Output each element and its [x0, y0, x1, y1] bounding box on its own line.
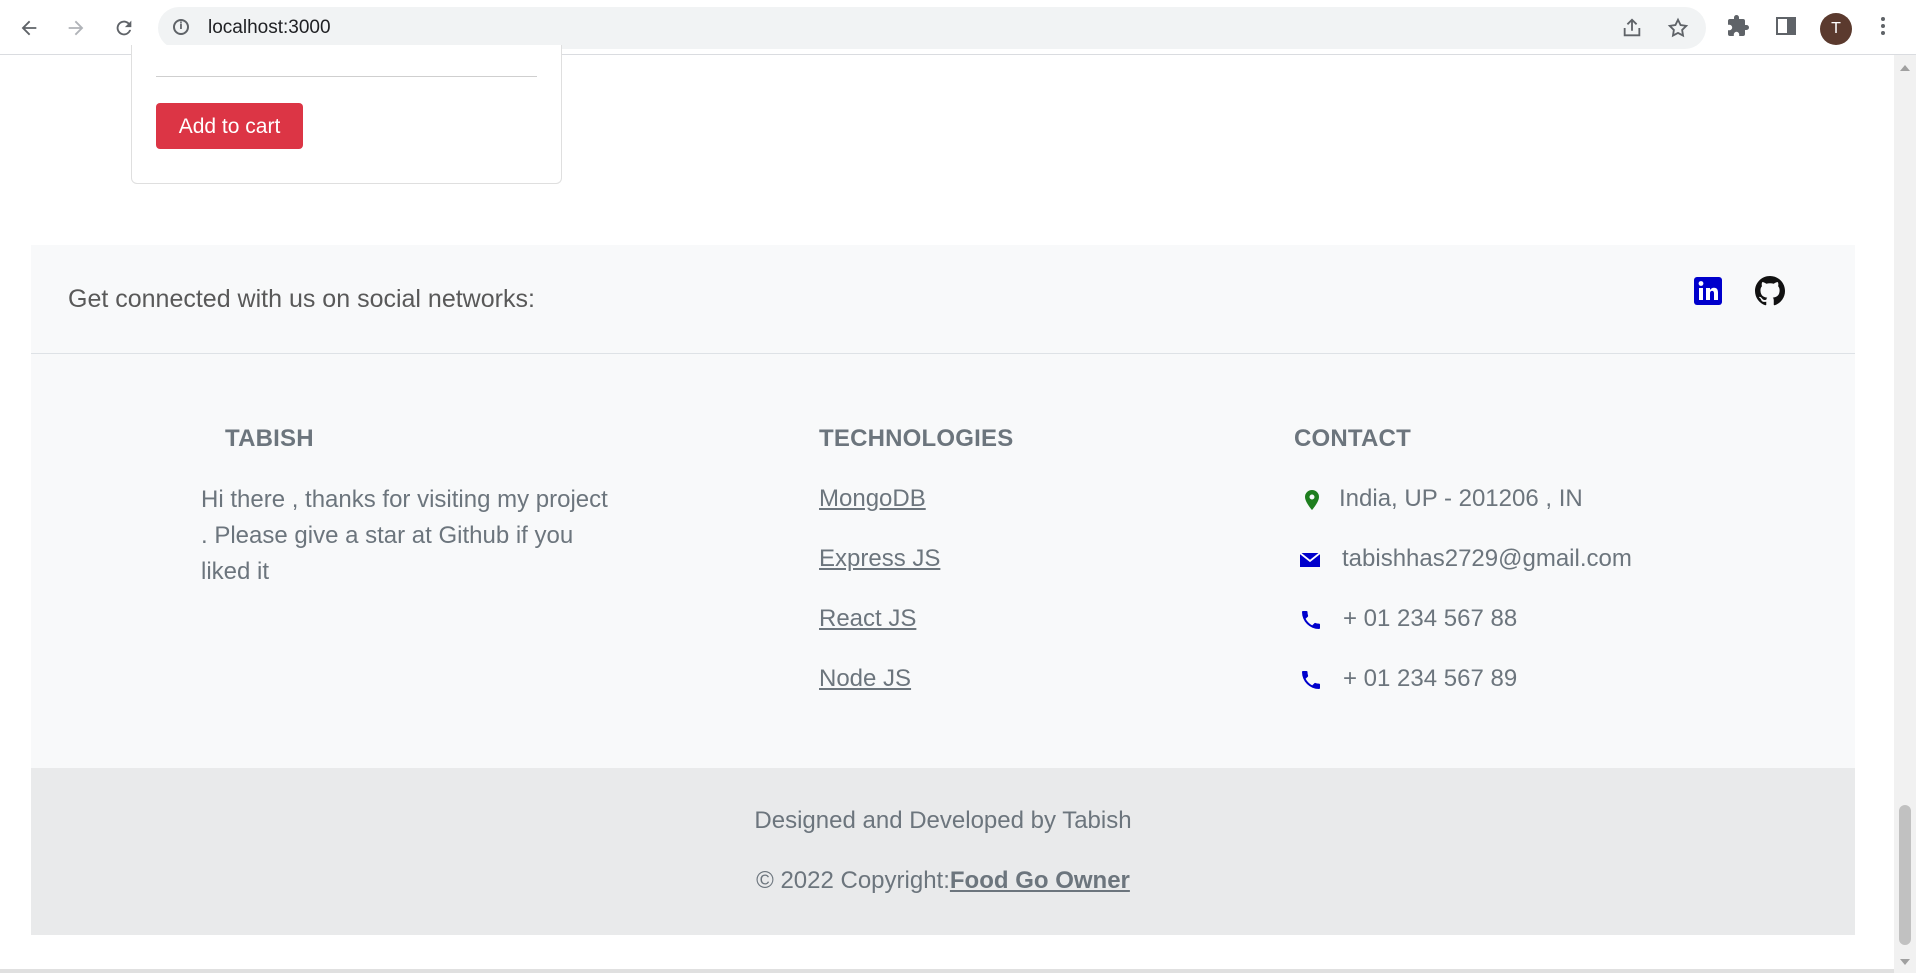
extensions-icon[interactable]	[1725, 14, 1751, 40]
credit-line: Designed and Developed by Tabish	[754, 807, 1132, 834]
github-icon[interactable]	[1755, 276, 1785, 306]
tech-link-mongodb[interactable]: MongoDB	[819, 485, 926, 513]
card-divider	[156, 76, 537, 77]
address-bar[interactable]: i localhost:3000	[158, 7, 1706, 49]
contact-title: CONTACT	[1294, 425, 1411, 452]
profile-avatar[interactable]: T	[1820, 13, 1852, 45]
tech-link-react[interactable]: React JS	[819, 605, 916, 633]
back-button[interactable]	[14, 13, 44, 43]
reload-icon	[116, 20, 132, 36]
about-title: TABISH	[225, 425, 314, 452]
forward-arrow-icon	[68, 20, 84, 36]
add-to-cart-button[interactable]: Add to cart	[156, 103, 303, 149]
back-arrow-icon	[21, 20, 37, 36]
url-text[interactable]: localhost:3000	[208, 17, 331, 39]
location-pin-icon	[1305, 490, 1319, 510]
scrollbar-thumb[interactable]	[1899, 805, 1911, 945]
phone-1-text: + 01 234 567 88	[1343, 605, 1518, 632]
envelope-icon	[1299, 552, 1321, 567]
tech-link-node[interactable]: Node JS	[819, 665, 911, 693]
copyright-line: © 2022 Copyright:Food Go Owner	[31, 867, 1855, 895]
forward-button[interactable]	[61, 13, 91, 43]
copyright-bar: Designed and Developed by Tabish © 2022 …	[31, 768, 1855, 935]
site-info-icon[interactable]: i	[173, 19, 189, 35]
footer: Get connected with us on social networks…	[31, 245, 1855, 935]
about-text: Hi there , thanks for visiting my projec…	[201, 486, 608, 585]
side-panel-icon[interactable]	[1773, 14, 1799, 40]
page-bottom-edge	[0, 969, 1894, 973]
linkedin-icon[interactable]	[1693, 276, 1723, 306]
scroll-down-icon[interactable]	[1900, 959, 1910, 965]
technologies-title: TECHNOLOGIES	[819, 425, 1014, 452]
social-text: Get connected with us on social networks…	[68, 285, 535, 313]
social-bar: Get connected with us on social networks…	[31, 245, 1855, 354]
phone-icon	[1302, 671, 1320, 689]
phone-icon	[1302, 611, 1320, 629]
menu-kebab-icon[interactable]	[1870, 14, 1896, 40]
copyright-link[interactable]: Food Go Owner	[950, 867, 1130, 894]
reload-button[interactable]	[109, 13, 139, 43]
share-icon[interactable]	[1620, 17, 1644, 41]
phone-2-text: + 01 234 567 89	[1343, 665, 1518, 692]
tech-link-express[interactable]: Express JS	[819, 545, 940, 573]
scroll-up-icon[interactable]	[1900, 65, 1910, 71]
page-content: Add to cart Get connected with us on soc…	[0, 45, 1894, 973]
copyright-prefix: © 2022 Copyright:	[756, 867, 950, 894]
vertical-scrollbar[interactable]	[1894, 55, 1916, 973]
bookmark-star-icon[interactable]	[1666, 17, 1690, 41]
address-text: India, UP - 201206 , IN	[1339, 485, 1583, 512]
email-text: tabishhas2729@gmail.com	[1342, 545, 1632, 572]
product-card: Add to cart	[131, 45, 562, 184]
